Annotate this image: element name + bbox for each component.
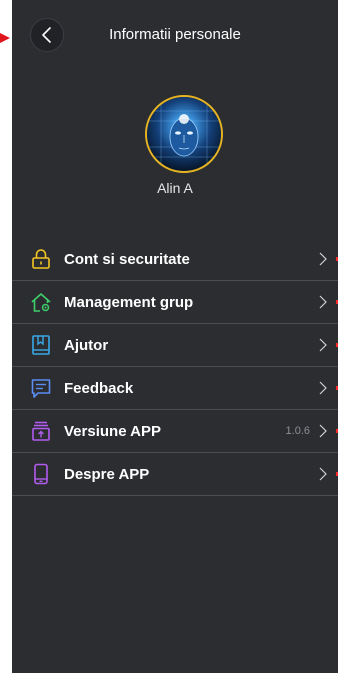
app-version-value: 1.0.6: [285, 425, 310, 437]
upload-box-icon: [32, 421, 50, 441]
chevron-right-icon: [319, 467, 327, 481]
annotation-marker: [336, 257, 338, 261]
chevron-right-icon: [319, 295, 327, 309]
menu-item-account-security[interactable]: Cont si securitate: [12, 238, 338, 281]
menu-item-label: Despre APP: [64, 466, 150, 483]
personal-info-screen: Informatii personale Alin A Cont si secu…: [12, 0, 338, 673]
menu-item-group-management[interactable]: Management grup: [12, 281, 338, 324]
menu-item-feedback[interactable]: Feedback: [12, 367, 338, 410]
robot-face-avatar-icon: [147, 97, 221, 171]
settings-menu: Cont si securitate Management grup Ajuto…: [12, 238, 338, 496]
book-icon: [32, 335, 50, 355]
annotation-marker: [336, 300, 338, 304]
menu-item-label: Versiune APP: [64, 423, 161, 440]
annotation-marker: [336, 429, 338, 433]
annotation-marker: [336, 386, 338, 390]
annotation-arrow-marker: [0, 33, 10, 43]
page-title: Informatii personale: [109, 26, 241, 43]
menu-item-help[interactable]: Ajutor: [12, 324, 338, 367]
menu-item-label: Cont si securitate: [64, 251, 190, 268]
menu-item-label: Management grup: [64, 294, 194, 311]
annotation-marker: [336, 472, 338, 476]
annotation-marker: [336, 343, 338, 347]
phone-icon: [34, 463, 48, 485]
chevron-right-icon: [319, 252, 327, 266]
menu-item-app-version[interactable]: Versiune APP 1.0.6: [12, 410, 338, 453]
user-name: Alin A: [157, 180, 193, 196]
house-gear-icon: [31, 293, 51, 312]
message-icon: [31, 379, 51, 398]
chevron-right-icon: [319, 381, 327, 395]
lock-icon: [32, 249, 50, 269]
header-bar: Informatii personale: [12, 0, 338, 70]
chevron-right-icon: [319, 338, 327, 352]
chevron-right-icon: [319, 424, 327, 438]
menu-item-about-app[interactable]: Despre APP: [12, 453, 338, 496]
menu-item-label: Ajutor: [64, 337, 109, 354]
avatar[interactable]: [145, 95, 223, 173]
menu-item-label: Feedback: [64, 380, 134, 397]
